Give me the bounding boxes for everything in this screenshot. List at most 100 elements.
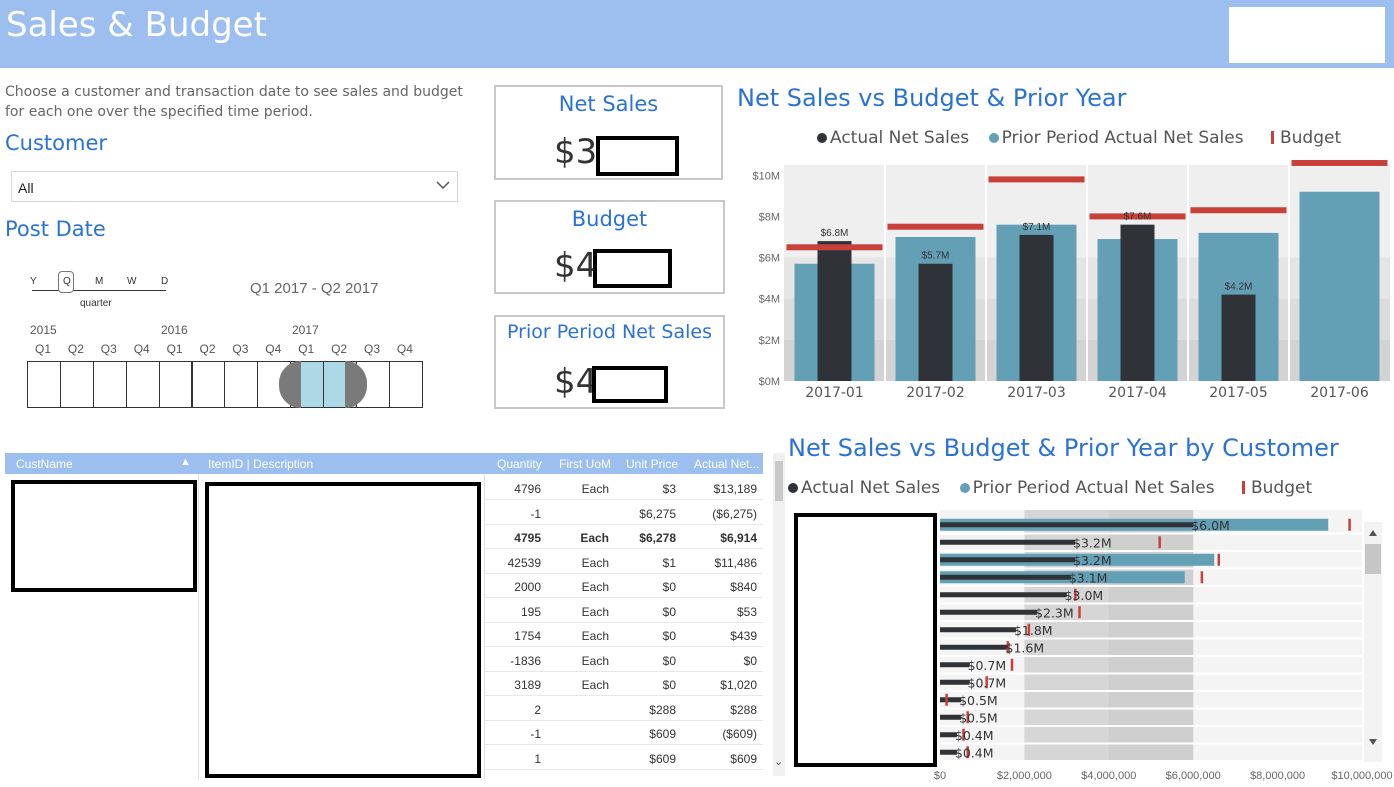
- actual-bar: [940, 644, 1008, 650]
- customer-chart-legend: Actual Net Sales Prior Period Actual Net…: [788, 478, 1312, 498]
- quarter-cell[interactable]: [388, 361, 423, 408]
- actual-bar: [940, 662, 970, 668]
- table-row[interactable]: 1754 Each $0 $439: [484, 623, 763, 647]
- quarter-cell[interactable]: [27, 361, 61, 408]
- actual-bar: [1019, 234, 1054, 381]
- x-tick-label: $2,000,000: [997, 770, 1052, 782]
- table-row[interactable]: 3189 Each $0 $1,020: [484, 672, 763, 696]
- legend-dot-icon: [788, 483, 798, 493]
- quarter-cell[interactable]: [224, 361, 259, 408]
- post-date-slicer-title: Post Date: [5, 217, 106, 241]
- col-item[interactable]: ItemID | Description: [208, 457, 313, 471]
- scroll-down-icon[interactable]: ⌄: [774, 755, 783, 768]
- actual-bar: [817, 241, 852, 381]
- cell-uom: Each: [581, 678, 609, 692]
- col-actual-net[interactable]: Actual Net...: [694, 457, 759, 471]
- year-label-2016: 2016: [161, 323, 188, 337]
- cell-price: $609: [649, 751, 676, 766]
- gran-y[interactable]: Y: [30, 276, 37, 287]
- redaction-box: [794, 513, 937, 767]
- data-label: $0.5M: [959, 693, 998, 708]
- budget-marker: [887, 223, 984, 230]
- table-row[interactable]: 195 Each $0 $53: [484, 599, 763, 623]
- cell-net: $53: [736, 604, 757, 619]
- report-title: Sales & Budget: [6, 5, 267, 45]
- quarter-label: Q2: [199, 342, 216, 356]
- quarter-cell[interactable]: [191, 361, 226, 408]
- redaction-box: [11, 480, 197, 592]
- cell-price: $0: [662, 678, 676, 692]
- cell-price: $288: [649, 702, 676, 717]
- data-label: $4.2M: [1225, 282, 1253, 293]
- granularity-selector[interactable]: Y Q M W D quarter: [30, 271, 170, 309]
- cell-uom: Each: [581, 580, 609, 594]
- actual-bar: [940, 679, 970, 685]
- cell-uom: Each: [581, 482, 609, 496]
- data-label: $0.5M: [959, 710, 998, 725]
- redaction-box: [592, 366, 668, 403]
- y-tick-label: $4M: [759, 294, 780, 306]
- cell-net: ($609): [722, 727, 757, 741]
- quarter-label: Q2: [331, 342, 348, 356]
- col-quantity[interactable]: Quantity: [497, 457, 542, 471]
- x-tick-label: 2017-03: [1007, 385, 1066, 401]
- cell-net: $0: [743, 653, 757, 668]
- gran-m[interactable]: M: [95, 276, 103, 287]
- table-row[interactable]: 4795 Each $6,278 $6,914: [484, 525, 763, 549]
- data-label: $3.2M: [1073, 535, 1112, 550]
- actual-bar: [940, 697, 962, 703]
- cell-net: $13,189: [713, 482, 757, 496]
- col-uom[interactable]: First UoM: [559, 457, 611, 471]
- data-label: $1.8M: [1014, 623, 1053, 638]
- legend-prior: Prior Period Actual Net Sales: [972, 478, 1215, 498]
- sort-asc-icon[interactable]: ▲: [180, 456, 191, 468]
- y-tick-label: $6M: [759, 253, 780, 265]
- gran-w[interactable]: W: [127, 276, 136, 287]
- cell-qty: 4796: [514, 482, 541, 496]
- table-row[interactable]: 2 $288 $288: [484, 697, 763, 721]
- x-tick-label: $4,000,000: [1081, 770, 1136, 782]
- quarter-label: Q1: [166, 342, 183, 356]
- actual-bar: [940, 592, 1067, 598]
- chevron-down-icon[interactable]: [435, 177, 451, 196]
- gran-q[interactable]: Q: [63, 276, 71, 287]
- table-row[interactable]: 42539 Each $1 $11,486: [484, 550, 763, 574]
- cell-qty: 2: [534, 702, 541, 717]
- quarter-cell[interactable]: [92, 361, 127, 408]
- table-row[interactable]: -1836 Each $0 $0: [484, 648, 763, 672]
- col-custname[interactable]: CustName: [16, 457, 73, 471]
- cell-net: $609: [730, 751, 757, 766]
- table-row[interactable]: 2000 Each $0 $840: [484, 574, 763, 598]
- logo-placeholder: [1229, 7, 1385, 63]
- data-label: $7.1M: [1023, 222, 1051, 233]
- table-row[interactable]: 4796 Each $3 $13,189: [484, 476, 763, 500]
- quarter-label: Q4: [133, 342, 150, 356]
- data-label: $6.8M: [821, 228, 849, 239]
- intro-description: Choose a customer and transaction date t…: [5, 84, 463, 120]
- col-unit-price[interactable]: Unit Price: [626, 457, 678, 471]
- table-scroll-thumb[interactable]: [775, 461, 783, 501]
- table-row[interactable]: 1 $609 $609: [484, 746, 763, 770]
- x-tick-label: 2017-05: [1209, 385, 1268, 401]
- gran-d[interactable]: D: [161, 276, 168, 287]
- column-chart[interactable]: $0M $2M $4M $6M $8M $10M $6.8M 2017-01 $5.7M 2017…: [736, 160, 1394, 405]
- quarter-cell[interactable]: [125, 361, 160, 408]
- quarter-cell[interactable]: [59, 361, 94, 408]
- cell-net: $439: [730, 629, 757, 643]
- table-row[interactable]: -1 $6,275 ($6,275): [484, 501, 763, 525]
- redaction-box: [205, 482, 481, 778]
- actual-bar: [940, 522, 1194, 528]
- x-tick-label: $6,000,000: [1166, 770, 1221, 782]
- cell-net: $1,020: [720, 678, 757, 692]
- cell-uom: Each: [580, 531, 609, 545]
- quarter-cell[interactable]: [158, 361, 193, 408]
- actual-bar: [1221, 294, 1256, 381]
- quarter-timeline[interactable]: Q1 Q2 Q3 Q4 Q1 Q2 Q3 Q4 Q1 Q2 Q3 Q4: [27, 342, 423, 412]
- cell-qty: 1754: [514, 629, 541, 643]
- budget-marker: [1291, 160, 1388, 166]
- cell-price: $1: [662, 555, 676, 570]
- table-row[interactable]: -1 $609 ($609): [484, 721, 763, 745]
- x-tick-label: 2017-02: [906, 385, 965, 401]
- cell-qty: -1836: [510, 653, 541, 668]
- customer-dropdown[interactable]: All: [11, 171, 458, 202]
